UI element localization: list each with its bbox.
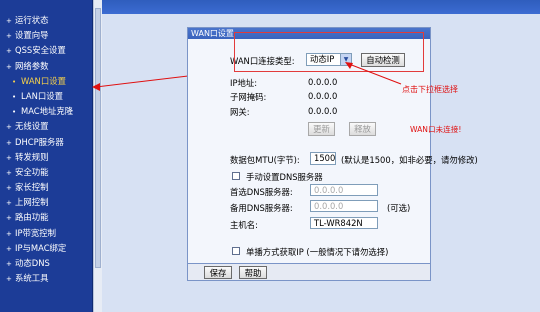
sidebar-item-label: 运行状态 bbox=[15, 15, 49, 25]
sidebar-item[interactable]: • MAC地址克隆 bbox=[6, 104, 73, 119]
secondary-dns-label: 备用DNS服务器: bbox=[230, 203, 293, 213]
plus-icon: + bbox=[6, 260, 12, 268]
sidebar-item-label: MAC地址克隆 bbox=[21, 106, 74, 117]
sidebar-item[interactable]: + 系统工具 bbox=[6, 271, 73, 286]
primary-dns-input[interactable]: 0.0.0.0 bbox=[310, 184, 378, 196]
plus-icon: + bbox=[6, 123, 12, 132]
plus-icon: + bbox=[6, 184, 12, 193]
help-button[interactable]: 帮助 bbox=[239, 266, 267, 279]
optional-note: (可选) bbox=[387, 203, 411, 213]
plus-icon: + bbox=[6, 138, 12, 147]
ip-value: 0.0.0.0 bbox=[308, 77, 338, 87]
sidebar-item[interactable]: + DHCP服务器 bbox=[6, 135, 73, 150]
plus-icon: + bbox=[6, 62, 12, 71]
secondary-dns-input[interactable]: 0.0.0.0 bbox=[310, 200, 378, 212]
plus-icon: + bbox=[6, 275, 12, 284]
plus-icon: + bbox=[6, 214, 12, 223]
sidebar-item-label: QSS安全设置 bbox=[15, 45, 66, 56]
sidebar-item[interactable]: + QSS安全设置 bbox=[6, 43, 73, 58]
plus-icon: + bbox=[6, 244, 12, 253]
sidebar-item-label: 安全功能 bbox=[15, 166, 49, 177]
plus-icon: + bbox=[6, 153, 12, 162]
sidebar-item[interactable]: + 设置向导 bbox=[6, 28, 73, 43]
sidebar-item[interactable]: • WAN口设置 bbox=[6, 74, 73, 89]
gateway-value: 0.0.0.0 bbox=[308, 106, 338, 116]
plus-icon: + bbox=[6, 17, 12, 25]
hostname-input[interactable]: TL-WR842N bbox=[310, 217, 378, 229]
sidebar-menu: + 运行状态 + 设置向导 + QSS安全设置 + 网络参数 • WAN口设置 • LAN口设置 • MA… bbox=[0, 0, 93, 312]
annotation-text: 点击下拉框选择 bbox=[402, 85, 458, 94]
sidebar-scrollbar[interactable] bbox=[93, 0, 102, 312]
sidebar-item[interactable]: • LAN口设置 bbox=[6, 89, 73, 104]
sidebar-item-label: IP与MAC绑定 bbox=[15, 242, 67, 253]
scrollbar-thumb[interactable] bbox=[95, 8, 101, 268]
ip-label: IP地址: bbox=[230, 78, 258, 88]
pointer-arrow-icon bbox=[92, 75, 189, 91]
save-button[interactable]: 保存 bbox=[204, 266, 232, 279]
sidebar-item-label: DHCP服务器 bbox=[15, 136, 64, 147]
hostname-label: 主机名: bbox=[230, 220, 258, 230]
mtu-label: 数据包MTU(字节): bbox=[230, 155, 300, 165]
sidebar-item[interactable]: + IP与MAC绑定 bbox=[6, 241, 73, 256]
sidebar-item[interactable]: + 上网控制 bbox=[6, 195, 73, 210]
unicast-label: 单播方式获取IP (一般情况下请勿选择) bbox=[246, 247, 389, 257]
plus-icon: + bbox=[6, 32, 12, 41]
sidebar-item[interactable]: + 网络参数 bbox=[6, 59, 73, 74]
release-button[interactable]: 释放 bbox=[349, 122, 376, 136]
sidebar-item[interactable]: + 无线设置 bbox=[6, 119, 73, 134]
sidebar-item-label: 设置向导 bbox=[15, 30, 49, 41]
sidebar-item[interactable]: + 转发规则 bbox=[6, 150, 73, 165]
sidebar-item[interactable]: + IP带宽控制 bbox=[6, 226, 73, 241]
sidebar-item-label: IP带宽控制 bbox=[15, 227, 57, 238]
mtu-note: (默认是1500，如非必要，请勿修改) bbox=[341, 155, 478, 165]
sidebar-item-label: LAN口设置 bbox=[21, 90, 63, 101]
top-banner bbox=[102, 0, 540, 14]
sidebar-item-label: 转发规则 bbox=[15, 151, 49, 162]
primary-dns-label: 首选DNS服务器: bbox=[230, 187, 293, 197]
wan-status-text: WAN口未连接! bbox=[410, 125, 462, 134]
plus-icon: + bbox=[6, 199, 12, 208]
action-bar: 保存 帮助 bbox=[187, 263, 431, 281]
sidebar-item-label: 动态DNS bbox=[15, 258, 50, 268]
bullet-icon: • bbox=[12, 77, 17, 86]
menu-list: + 运行状态 + 设置向导 + QSS安全设置 + 网络参数 • WAN口设置 • LAN口设置 • MA… bbox=[6, 13, 73, 286]
plus-icon: + bbox=[6, 47, 12, 56]
sidebar-item-label: 上网控制 bbox=[15, 197, 49, 208]
sidebar-item-label: WAN口设置 bbox=[21, 75, 66, 86]
mtu-input[interactable]: 1500 bbox=[310, 152, 336, 165]
sidebar-item[interactable]: + 动态DNS bbox=[6, 256, 73, 271]
mask-value: 0.0.0.0 bbox=[308, 91, 338, 101]
plus-icon: + bbox=[6, 229, 12, 238]
plus-icon: + bbox=[6, 168, 12, 177]
sidebar-item-label: 家长控制 bbox=[15, 182, 49, 193]
sidebar-item[interactable]: + 运行状态 bbox=[6, 13, 73, 28]
bullet-icon: • bbox=[12, 108, 17, 117]
mask-label: 子网掩码: bbox=[230, 92, 267, 102]
bullet-icon: • bbox=[12, 92, 17, 101]
sidebar-item[interactable]: + 路由功能 bbox=[6, 210, 73, 225]
sidebar-item-label: 网络参数 bbox=[15, 60, 49, 71]
sidebar-item-label: 无线设置 bbox=[15, 121, 49, 132]
unicast-checkbox[interactable] bbox=[232, 247, 240, 255]
sidebar-item[interactable]: + 安全功能 bbox=[6, 165, 73, 180]
sidebar-item-label: 系统工具 bbox=[15, 273, 49, 284]
annotation-arrow-icon bbox=[345, 62, 402, 85]
manual-dns-checkbox[interactable] bbox=[232, 172, 240, 180]
manual-dns-label: 手动设置DNS服务器 bbox=[246, 172, 323, 182]
gateway-label: 网关: bbox=[230, 107, 250, 117]
sidebar-item-label: 路由功能 bbox=[15, 212, 49, 223]
renew-button[interactable]: 更新 bbox=[308, 122, 335, 136]
sidebar-item[interactable]: + 家长控制 bbox=[6, 180, 73, 195]
